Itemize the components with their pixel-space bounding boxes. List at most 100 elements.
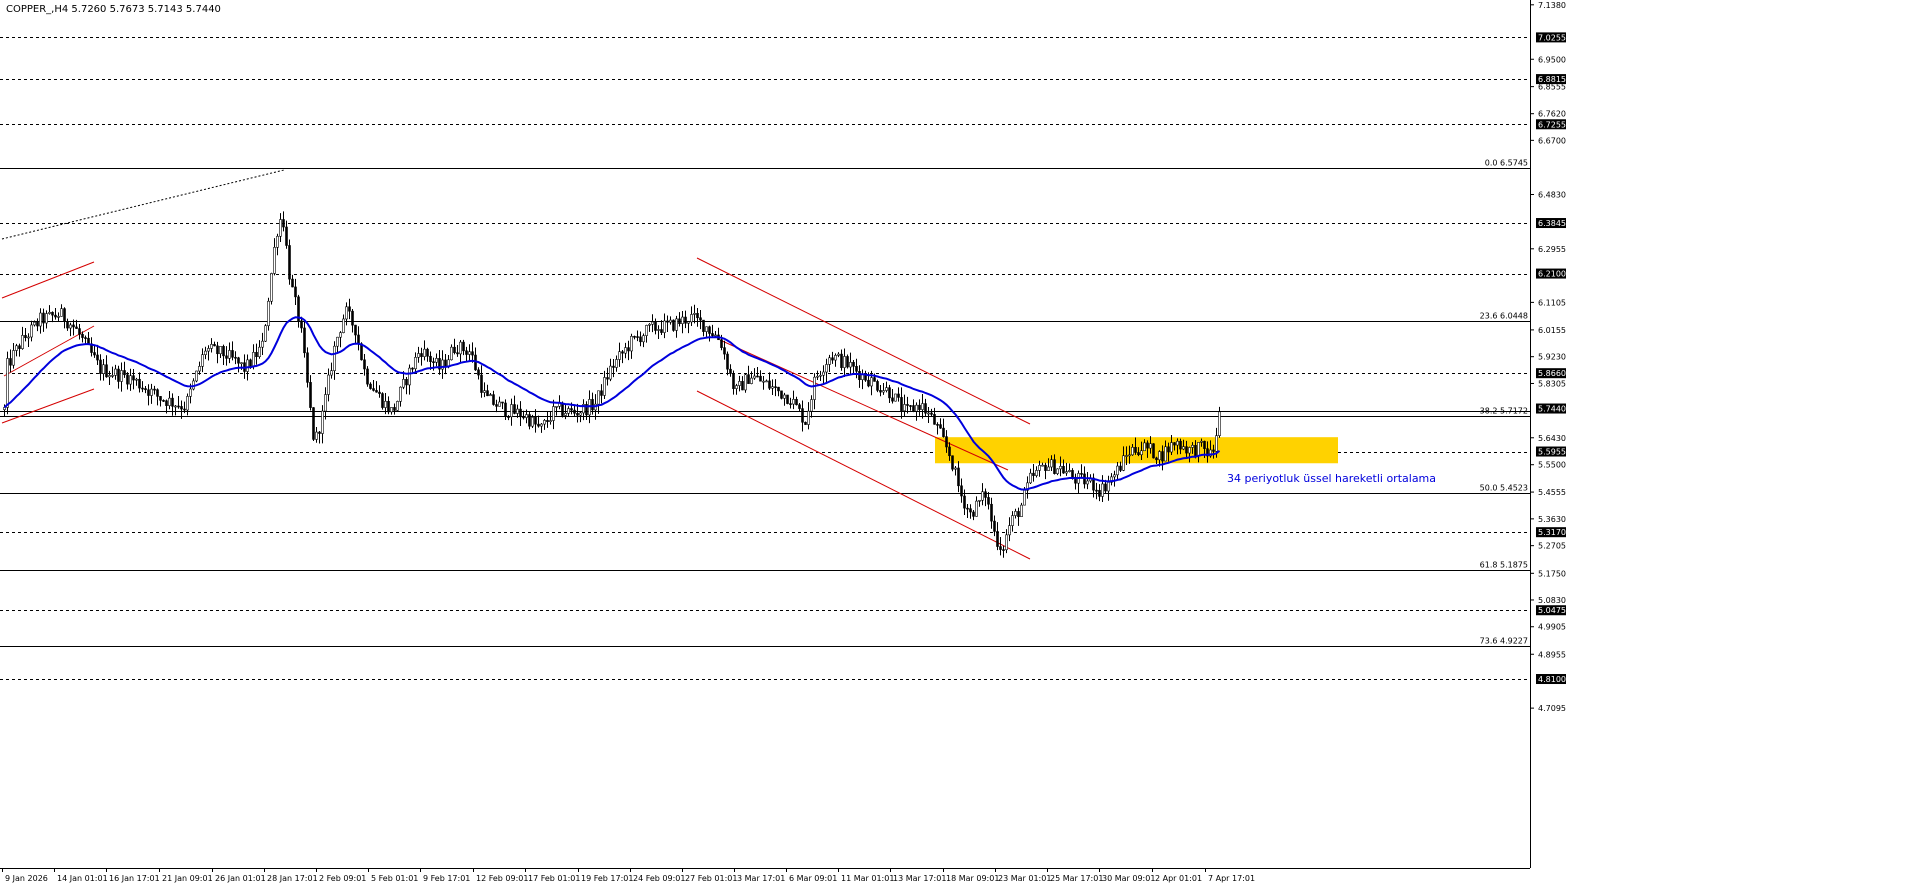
candle-body: [918, 404, 921, 410]
candle-body: [138, 378, 141, 389]
candle-body: [1071, 470, 1074, 478]
candle-body: [45, 313, 48, 324]
candle-body: [417, 353, 420, 358]
candle-body: [471, 351, 474, 356]
candle-body: [741, 381, 744, 391]
candle-body: [972, 511, 975, 517]
candle-body: [666, 320, 669, 323]
candle-body: [420, 353, 423, 357]
candle-body: [180, 406, 183, 410]
candle-body: [165, 400, 168, 406]
candle-body: [879, 390, 882, 393]
candle-body: [561, 402, 564, 416]
candle-body: [1155, 457, 1158, 461]
x-tick-label: 18 Mar 09:01: [946, 874, 999, 883]
candle-body: [537, 423, 540, 427]
candle-body: [549, 420, 552, 423]
candle-body: [795, 398, 798, 406]
candle-body: [117, 368, 120, 382]
candle-body: [912, 405, 915, 412]
candle-body: [459, 341, 462, 355]
candle-body: [1005, 534, 1008, 551]
candle-body: [705, 326, 708, 332]
candle-body: [1188, 447, 1191, 454]
candle-body: [1137, 452, 1140, 456]
candle-body: [384, 400, 387, 408]
candle-body: [702, 319, 705, 332]
candle-body: [630, 336, 633, 352]
candle-body: [804, 421, 807, 425]
y-tick-label: 5.5500: [1538, 461, 1566, 470]
candle-body: [381, 393, 384, 408]
candle-body: [1065, 471, 1068, 474]
x-tick-label: 14 Jan 01:01: [57, 874, 108, 883]
candle-body: [1158, 451, 1161, 461]
candle-body: [291, 278, 294, 288]
y-tick-label: 6.9500: [1538, 55, 1566, 64]
price-tag-label: 6.3845: [1538, 219, 1566, 228]
y-tick-label: 5.3630: [1538, 515, 1566, 524]
candle-body: [66, 321, 69, 329]
candle-body: [1167, 446, 1170, 453]
candle-body: [12, 350, 15, 366]
y-tick-label: 5.9230: [1538, 353, 1566, 362]
chart-root[interactable]: 0.0 6.5745 23.6 6.0448 38.2 5.7172 50.0 5.4…: [0, 0, 1916, 888]
x-tick-label: 2 Feb 09:01: [319, 874, 366, 883]
candle-body: [168, 397, 171, 406]
y-tick-label: 6.0155: [1538, 326, 1566, 335]
candle-body: [144, 388, 147, 391]
candle-body: [435, 358, 438, 363]
candle-body: [321, 410, 324, 434]
x-tick-label: 24 Feb 09:01: [633, 874, 685, 883]
candle-body: [798, 404, 801, 409]
candle-body: [735, 385, 738, 389]
price-tag-label: 5.7440: [1538, 405, 1566, 414]
candle-body: [336, 336, 339, 347]
candle-body: [1107, 482, 1110, 492]
candle-body: [222, 346, 225, 357]
candle-body: [525, 414, 528, 418]
price-chart[interactable]: 0.0 6.574523.6 6.044838.2 5.717250.0 5.4…: [0, 0, 1916, 888]
candle-body: [60, 308, 63, 317]
candle-body: [72, 324, 75, 328]
price-tag-label: 5.3170: [1538, 528, 1566, 537]
fib-label: 0.0 6.5745: [1485, 159, 1528, 168]
candle-body: [768, 380, 771, 389]
candle-body: [201, 354, 204, 367]
candle-body: [57, 316, 60, 318]
candle-body: [831, 357, 834, 361]
candle-body: [393, 407, 396, 411]
candle-body: [1212, 449, 1215, 452]
candle-body: [885, 387, 888, 391]
candle-body: [777, 386, 780, 392]
fib-label: 61.8 5.1875: [1480, 561, 1528, 570]
candle-body: [750, 377, 753, 384]
x-tick-label: 9 Feb 17:01: [423, 874, 470, 883]
candle-body: [933, 414, 936, 425]
x-tick-label: 23 Mar 01:01: [998, 874, 1051, 883]
candle-body: [288, 245, 291, 280]
candle-body: [645, 325, 648, 336]
candle-body: [285, 226, 288, 246]
candle-body: [783, 394, 786, 399]
candle-body: [348, 306, 351, 312]
candle-body: [612, 365, 615, 368]
candle-body: [408, 367, 411, 386]
candle-body: [1197, 442, 1200, 457]
candle-body: [807, 410, 810, 425]
candle-body: [1119, 465, 1122, 471]
candle-body: [366, 368, 369, 385]
candle-body: [897, 393, 900, 398]
candle-body: [153, 388, 156, 391]
candle-body: [339, 332, 342, 338]
candle-body: [186, 396, 189, 411]
candle-body: [903, 404, 906, 412]
candle-body: [540, 423, 543, 427]
candle-body: [129, 375, 132, 385]
candle-body: [234, 356, 237, 359]
candle-body: [855, 366, 858, 372]
candle-body: [834, 355, 837, 361]
candle-body: [810, 399, 813, 412]
price-tag-label: 5.8660: [1538, 369, 1566, 378]
candle-body: [135, 378, 138, 381]
